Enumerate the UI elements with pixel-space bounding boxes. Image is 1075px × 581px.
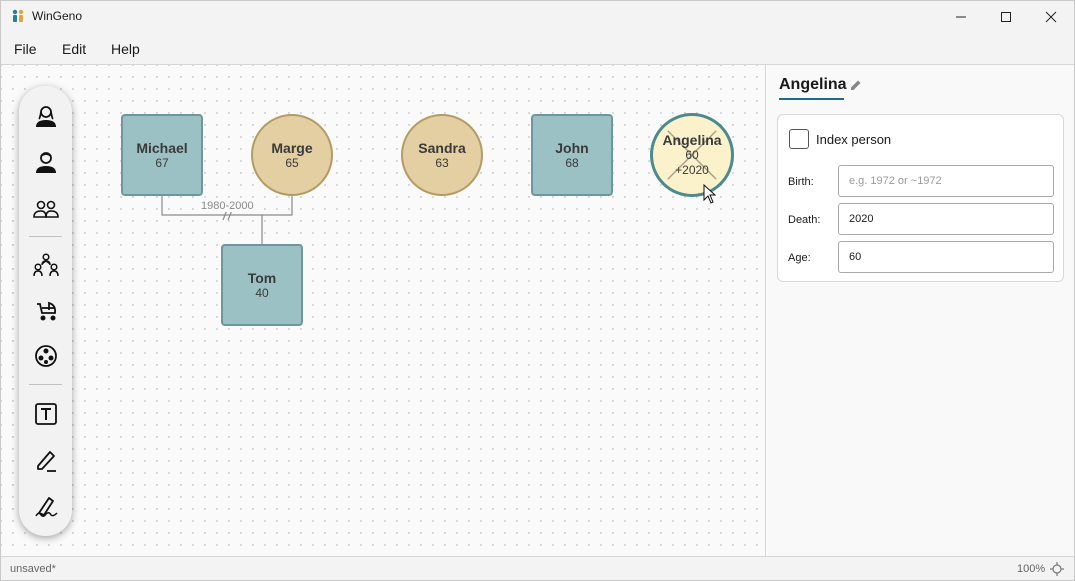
close-button[interactable] <box>1028 1 1074 32</box>
person-name: Sandra <box>418 139 466 156</box>
close-icon <box>1045 11 1057 22</box>
add-female-button[interactable] <box>30 100 61 131</box>
person-name: Marge <box>271 139 313 156</box>
maximize-icon <box>1001 11 1011 22</box>
add-female-icon <box>35 105 56 127</box>
birth-field[interactable] <box>838 165 1054 197</box>
add-child-button[interactable] <box>30 294 61 325</box>
menu-edit[interactable]: Edit <box>62 41 86 57</box>
pen-icon <box>36 450 56 472</box>
stroller-icon <box>36 301 56 320</box>
person-node-male[interactable]: Tom 40 <box>221 244 303 326</box>
minimize-icon <box>956 16 966 17</box>
text-icon <box>34 402 57 425</box>
window-title: WinGeno <box>32 9 83 23</box>
person-name: Angelina <box>662 132 722 148</box>
menu-help[interactable]: Help <box>111 41 140 57</box>
save-status: unsaved* <box>10 563 56 575</box>
toolbar-divider <box>29 384 62 385</box>
age-label: Age: <box>788 252 811 264</box>
add-family-icon <box>32 252 59 276</box>
minimize-button[interactable] <box>938 1 984 32</box>
relationship-lines <box>161 195 293 245</box>
add-male-icon <box>35 151 56 173</box>
person-age: 65 <box>285 155 299 170</box>
person-name: Michael <box>136 139 188 156</box>
app-window: WinGeno File Edit Help 1980-2000 Michael… <box>0 0 1075 581</box>
person-age: 40 <box>255 285 269 300</box>
person-node-male[interactable]: John 68 <box>531 114 613 196</box>
pen-tool-button[interactable] <box>30 444 61 475</box>
status-bar: unsaved* 100% <box>1 556 1074 580</box>
person-death-year: +2020 <box>675 163 709 177</box>
person-name: Tom <box>247 269 277 286</box>
death-field[interactable] <box>838 203 1054 235</box>
signature-icon <box>34 496 58 517</box>
menu-bar: File Edit Help <box>1 32 1074 65</box>
fit-to-screen-icon[interactable] <box>1049 561 1065 577</box>
menu-file[interactable]: File <box>14 41 37 57</box>
properties-panel: Angelina Index person Birth: Death: Age: <box>767 65 1074 556</box>
person-age: 68 <box>565 155 579 170</box>
app-logo-icon <box>12 9 24 22</box>
maximize-button[interactable] <box>983 1 1029 32</box>
zoom-level[interactable]: 100% <box>1017 563 1045 575</box>
population-icon <box>34 344 57 367</box>
person-node-male[interactable]: Michael 67 <box>121 114 203 196</box>
person-node-female[interactable]: Marge 65 <box>251 114 333 196</box>
person-age: 60 <box>685 148 699 162</box>
add-male-button[interactable] <box>30 146 61 177</box>
add-couple-button[interactable] <box>30 192 61 223</box>
index-person-label: Index person <box>816 132 892 147</box>
text-tool-button[interactable] <box>30 398 61 429</box>
tool-palette <box>19 86 72 536</box>
person-node-female[interactable]: Sandra 63 <box>401 114 483 196</box>
panel-title-underline <box>779 98 844 100</box>
add-family-button[interactable] <box>30 248 61 279</box>
person-age: 63 <box>435 155 449 170</box>
add-couple-icon <box>32 200 59 218</box>
signature-tool-button[interactable] <box>30 490 61 521</box>
person-details-card: Index person Birth: Death: Age: <box>777 114 1064 282</box>
index-person-checkbox[interactable] <box>789 129 809 149</box>
birth-label: Birth: <box>788 176 814 188</box>
person-node-deceased-selected[interactable]: Angelina 60 +2020 <box>650 113 734 197</box>
panel-person-name: Angelina <box>779 76 847 93</box>
person-age: 67 <box>155 155 169 170</box>
toolbar-divider <box>29 236 62 237</box>
pencil-icon[interactable] <box>849 78 863 92</box>
person-name: John <box>555 139 589 156</box>
pedigree-canvas[interactable]: 1980-2000 Michael 67 Marge 65 Sandra 63 … <box>1 65 766 556</box>
population-button[interactable] <box>30 340 61 371</box>
relationship-years-label: 1980-2000 <box>200 200 255 212</box>
age-field[interactable] <box>838 241 1054 273</box>
title-bar: WinGeno <box>1 1 1074 32</box>
death-label: Death: <box>788 214 821 226</box>
